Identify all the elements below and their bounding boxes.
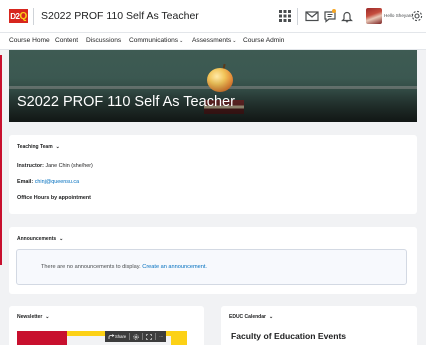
newsletter-widget: Newsletter ⌄ Share ··· [9,306,204,345]
top-header: D2 Q S2022 PROF 110 Self As Teacher Hello… [0,0,426,33]
email-link[interactable]: chinj@queensu.ca [35,179,79,185]
chevron-down-icon: ⌄ [232,38,237,44]
empty-message-text: There are no announcements to display. [41,264,141,270]
widget-heading: EDUC Calendar [229,314,266,320]
banner-title: S2022 PROF 110 Self As Teacher [17,94,235,110]
header-divider [297,8,298,25]
share-button[interactable]: Share [108,333,127,340]
apps-grid-icon[interactable] [278,9,292,23]
instructor-label: Instructor: [17,163,44,169]
course-title-link[interactable]: S2022 PROF 110 Self As Teacher [41,10,199,22]
newsletter-menu[interactable]: Newsletter ⌄ [17,314,50,320]
course-navbar: Course Home Content Discussions Communic… [0,33,426,50]
header-divider [33,8,34,25]
share-label: Share [115,334,127,339]
more-button[interactable]: ··· [159,334,163,339]
calendar-title: Faculty of Education Events [231,331,347,341]
calendar-widget: EDUC Calendar ⌄ Faculty of Education Even… [221,306,417,345]
nav-course-home[interactable]: Course Home [9,37,50,44]
avatar[interactable] [366,8,382,24]
announcements-widget: Announcements ⌄ There are no announcement… [9,227,417,294]
newsletter-image-red [17,331,67,345]
newsletter-image-yellow [171,331,187,345]
chevron-down-icon: ⌄ [179,38,184,44]
teaching-team-menu[interactable]: Teaching Team ⌄ [17,144,60,150]
teaching-team-widget: Teaching Team ⌄ Instructor: Jane Chin (sh… [9,135,417,214]
nav-content[interactable]: Content [55,37,78,44]
announcements-empty-state: There are no announcements to display. C… [16,249,407,285]
nav-discussions[interactable]: Discussions [86,37,121,44]
expand-icon [146,333,152,340]
create-announcement-link[interactable]: Create an announcement. [142,264,207,270]
d2l-logo[interactable]: D2 Q [9,9,28,23]
message-alert-dot [332,9,336,13]
share-icon [108,333,115,339]
email-label: Email: [17,179,34,185]
chevron-down-icon: ⌄ [59,236,64,242]
widget-heading: Newsletter [17,314,43,320]
nav-assessments[interactable]: Assessments⌄ [192,37,236,44]
settings-button[interactable] [133,333,139,340]
instructor-line: Instructor: Jane Chin (she/her) [17,163,93,169]
bell-icon[interactable] [340,9,354,23]
nav-assessments-label: Assessments [192,37,232,44]
fullscreen-button[interactable] [146,333,152,340]
brand-accent-bar [0,55,2,265]
mail-icon[interactable] [305,9,319,23]
course-banner: S2022 PROF 110 Self As Teacher [9,50,417,122]
nav-communications[interactable]: Communications⌄ [129,37,183,44]
nav-course-admin[interactable]: Course Admin [243,37,284,44]
chevron-down-icon: ⌄ [268,314,274,320]
chevron-down-icon: ⌄ [55,144,60,150]
chevron-down-icon: ⌄ [45,314,50,320]
email-line: Email: chinj@queensu.ca [17,179,79,185]
announcements-menu[interactable]: Announcements ⌄ [17,236,63,242]
toolbar-divider [129,333,131,340]
office-hours-line: Office Hours by appointment [17,195,91,201]
nav-communications-label: Communications [129,37,179,44]
toolbar-divider [142,333,144,340]
widget-heading: Announcements [17,236,57,242]
office-hours-text: Office Hours by appointment [17,195,91,201]
empty-message: There are no announcements to display. C… [41,264,207,270]
gear-icon [133,333,139,340]
gear-icon[interactable] [410,9,424,23]
widget-heading: Teaching Team [17,144,53,150]
logo-accent: Q [19,10,27,22]
toolbar-divider [155,333,157,340]
instructor-name: Jane Chin (she/her) [45,163,93,169]
calendar-menu[interactable]: EDUC Calendar ⌄ [229,314,273,320]
newsletter-toolbar: Share ··· [105,331,166,342]
logo-text: D2 [10,11,20,21]
user-name[interactable]: Hello Sheyard [384,13,413,18]
